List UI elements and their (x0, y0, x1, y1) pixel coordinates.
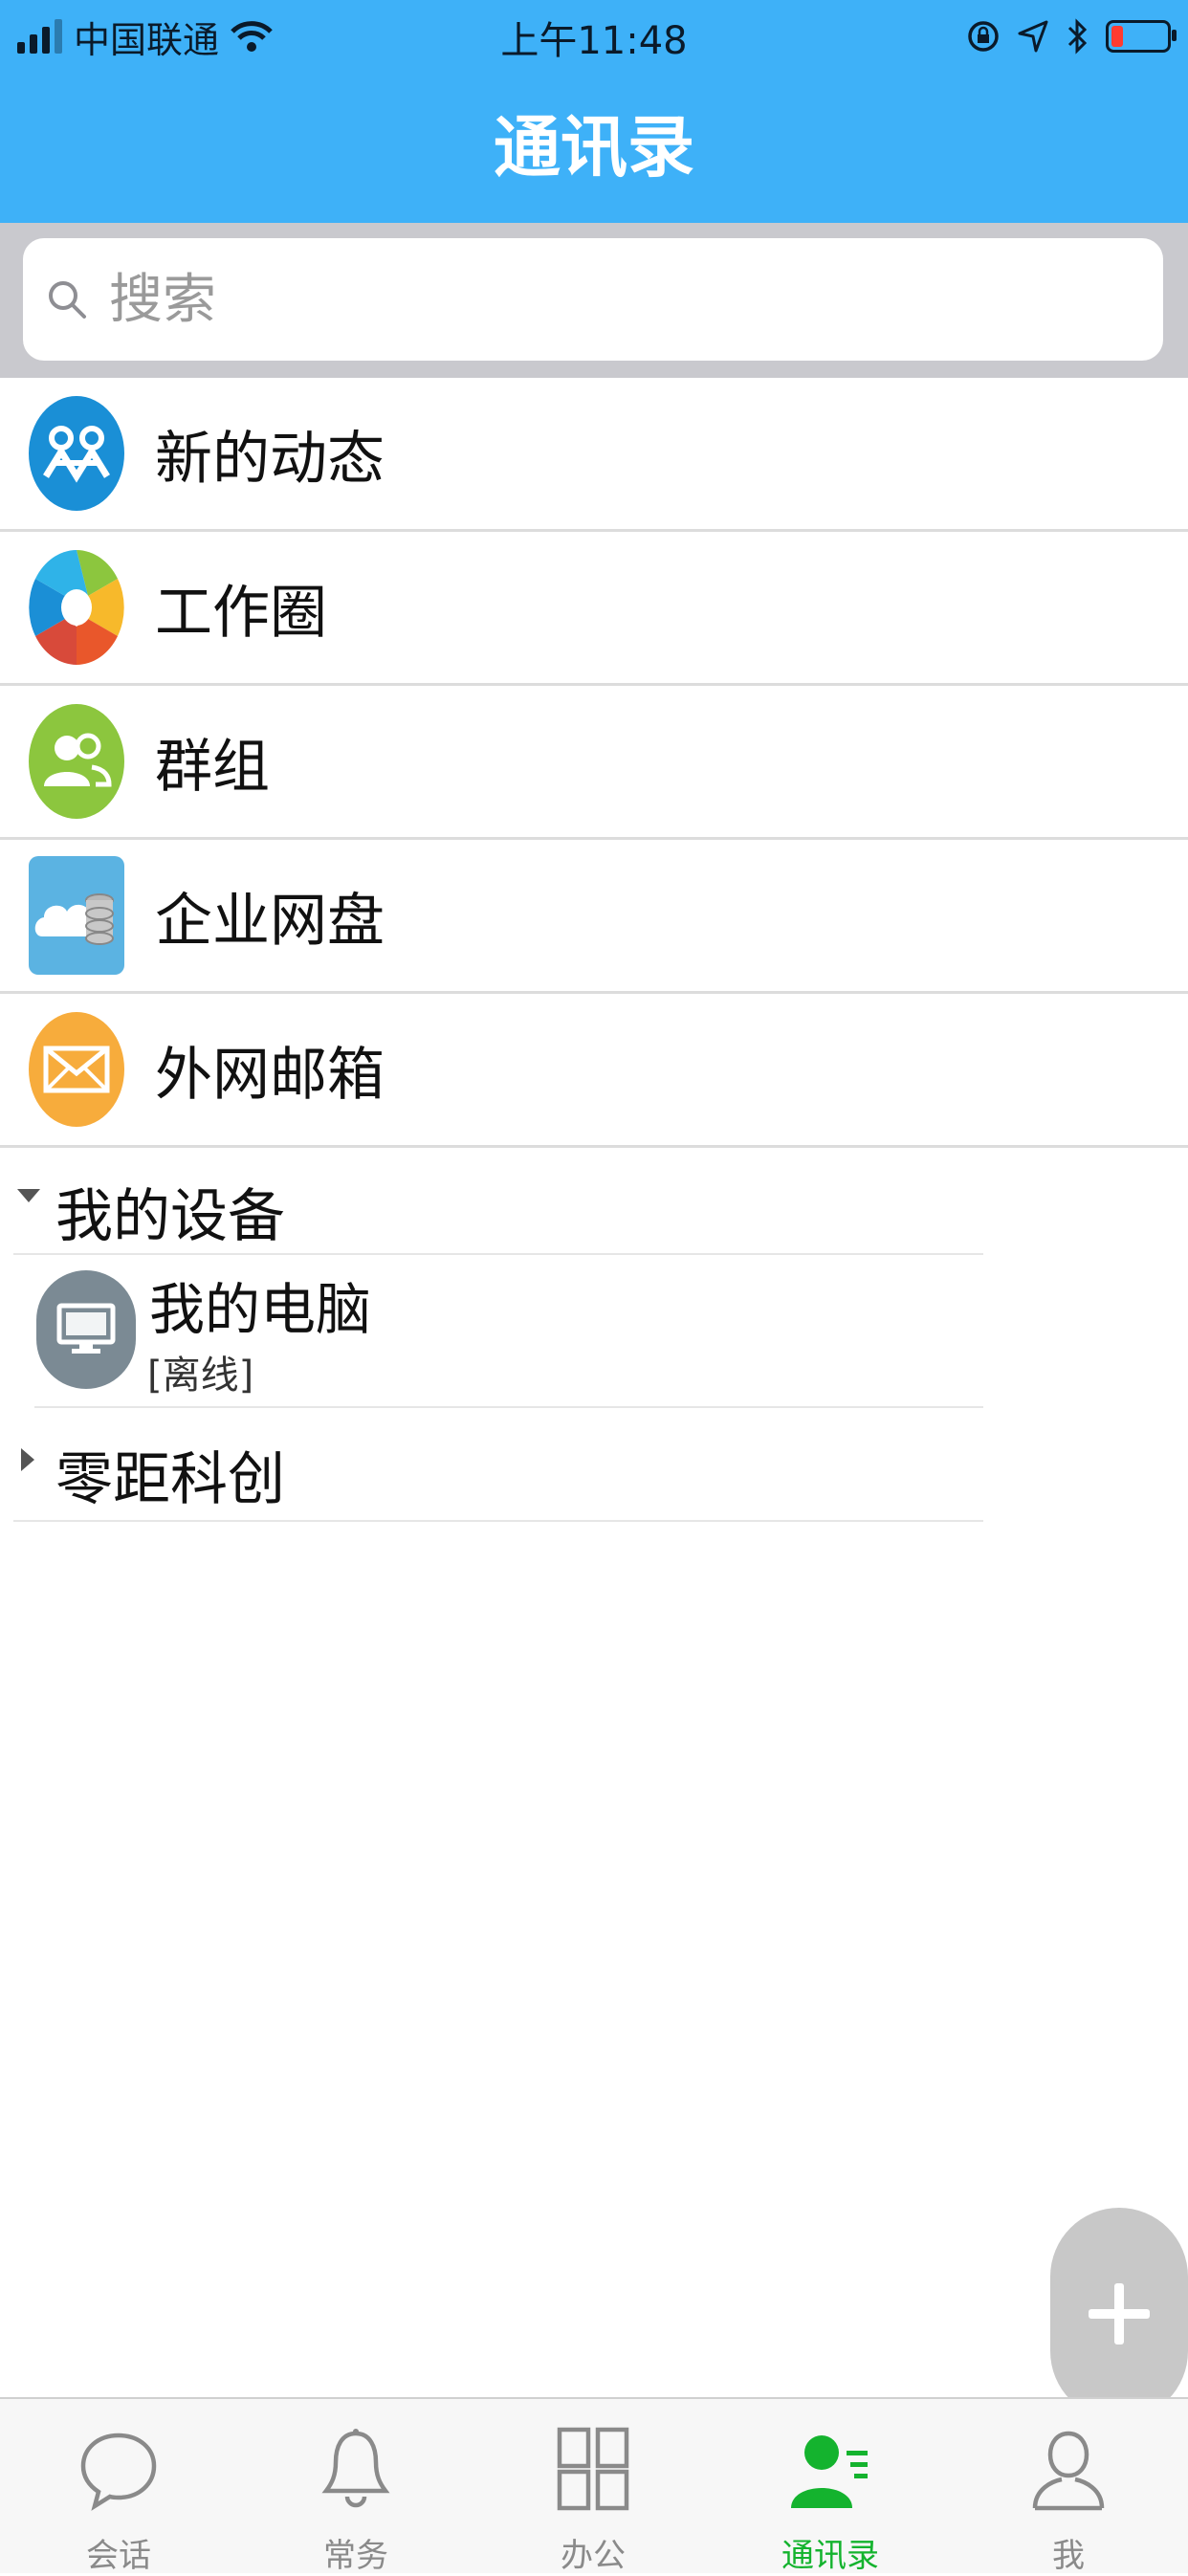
tab-label: 办公 (561, 2537, 626, 2575)
tab-label: 通讯录 (781, 2537, 879, 2575)
location-arrow-icon (1018, 20, 1048, 53)
menu-item-enterprise-disk[interactable]: 企业网盘 (0, 840, 1188, 994)
tab-label: 会话 (86, 2537, 151, 2575)
menu-item-label: 企业网盘 (155, 887, 385, 955)
device-tree: 我的设备 我的电脑 [离线] 零距科创 (0, 1143, 1188, 1522)
contacts-icon (791, 2435, 868, 2508)
tab-affairs[interactable]: 常务 (237, 2399, 474, 2575)
tab-label: 我 (1052, 2537, 1085, 2575)
caret-down-icon (17, 1189, 40, 1202)
tab-chat[interactable]: 会话 (0, 2399, 237, 2575)
divider (13, 1520, 983, 1522)
menu-item-label: 外网邮箱 (155, 1041, 385, 1109)
status-bar: 中国联通 上午11:48 (0, 0, 1188, 72)
bluetooth-icon (1067, 18, 1088, 55)
external-mail-icon (29, 1012, 124, 1127)
group-my-devices[interactable]: 我的设备 (0, 1143, 1188, 1253)
orientation-lock-icon (968, 21, 999, 52)
search-bar (0, 223, 1188, 378)
menu-item-label: 工作圈 (155, 579, 327, 647)
chat-bubble-icon (80, 2433, 157, 2511)
device-status: [离线] (147, 1354, 254, 1398)
group-lingju-kechuang[interactable]: 零距科创 (0, 1406, 1188, 1516)
tab-contacts[interactable]: 通讯录 (712, 2399, 949, 2575)
grid-icon (557, 2427, 629, 2511)
battery-icon (1106, 20, 1177, 53)
search-box[interactable] (23, 238, 1163, 361)
app-header: 中国联通 上午11:48 通讯录 (0, 0, 1188, 223)
tab-label: 常务 (323, 2537, 388, 2575)
search-input[interactable] (107, 267, 1067, 332)
tab-bar: 会话 常务 办公 通讯录 我 (0, 2397, 1188, 2575)
menu-item-label: 群组 (155, 733, 270, 801)
group-label: 零距科创 (55, 1446, 285, 1513)
add-button[interactable] (1050, 2208, 1188, 2420)
computer-icon (36, 1270, 136, 1389)
group-label: 我的设备 (55, 1183, 285, 1250)
feature-list: 新的动态 工作圈 群组 企业网盘 外网邮箱 (0, 378, 1188, 1148)
device-my-computer[interactable]: 我的电脑 [离线] (0, 1253, 1188, 1406)
tab-me[interactable]: 我 (949, 2399, 1188, 2575)
tab-office[interactable]: 办公 (474, 2399, 712, 2575)
menu-item-new-activity[interactable]: 新的动态 (0, 378, 1188, 532)
bell-icon (321, 2429, 390, 2508)
person-icon (1032, 2431, 1105, 2511)
plus-icon (1089, 2283, 1150, 2345)
menu-item-external-mail[interactable]: 外网邮箱 (0, 994, 1188, 1148)
page-title: 通讯录 (494, 108, 694, 187)
status-right (966, 13, 1177, 59)
search-icon (49, 281, 86, 319)
new-activity-icon (29, 396, 124, 511)
menu-item-group[interactable]: 群组 (0, 686, 1188, 840)
device-name: 我的电脑 (149, 1277, 372, 1342)
enterprise-disk-icon (29, 856, 124, 975)
caret-right-icon (21, 1448, 34, 1471)
menu-item-work-circle[interactable]: 工作圈 (0, 532, 1188, 686)
group-icon (29, 704, 124, 819)
menu-item-label: 新的动态 (155, 425, 385, 493)
work-circle-icon (29, 550, 124, 665)
